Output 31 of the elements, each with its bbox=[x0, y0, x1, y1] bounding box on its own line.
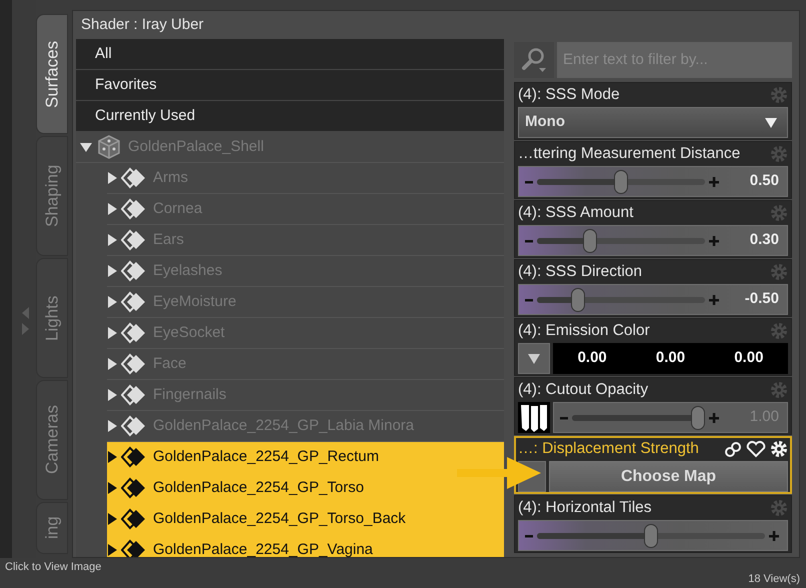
side-tab[interactable]: Lights bbox=[36, 258, 68, 378]
property-label: (4): Cutout Opacity bbox=[518, 380, 648, 400]
tree-item[interactable]: GoldenPalace_2254_GP_Torso bbox=[107, 473, 504, 504]
property-label: (4): SSS Amount bbox=[518, 203, 634, 224]
filter-item[interactable]: All bbox=[76, 39, 504, 69]
color-value[interactable]: 0.00 bbox=[734, 347, 764, 370]
color-value[interactable]: 0.00 bbox=[578, 347, 607, 370]
property-label: …ttering Measurement Distance bbox=[518, 144, 740, 164]
panel-title: Shader : Iray Uber bbox=[80, 15, 205, 35]
property-label: (4): SSS Direction bbox=[518, 262, 642, 282]
choose-map-button[interactable]: Choose Map bbox=[549, 461, 788, 492]
tree-item[interactable]: GoldenPalace_2254_GP_Vagina bbox=[107, 535, 504, 557]
side-tab[interactable]: ing bbox=[36, 502, 68, 554]
property-label: (4): SSS Mode bbox=[518, 85, 620, 106]
filter-item[interactable]: Favorites bbox=[76, 70, 504, 100]
tree-item[interactable]: GoldenPalace_2254_GP_Rectum bbox=[107, 442, 504, 473]
slider-value[interactable]: 0.50 bbox=[719, 170, 779, 193]
side-tab[interactable]: Surfaces bbox=[36, 14, 68, 134]
filter-item[interactable]: Currently Used bbox=[76, 101, 504, 131]
side-tab[interactable]: Cameras bbox=[36, 380, 68, 500]
color-value[interactable]: 0.00 bbox=[656, 347, 686, 370]
slider-value[interactable]: 0.30 bbox=[719, 229, 779, 252]
slider-value[interactable]: -0.50 bbox=[719, 288, 779, 311]
property-label: (4): Emission Color bbox=[518, 321, 650, 342]
property-label: …: Displacement Strength bbox=[518, 439, 699, 460]
tree-item[interactable]: GoldenPalace_2254_GP_Torso_Back bbox=[107, 504, 504, 535]
status-hint: Click to View Image bbox=[5, 560, 102, 575]
side-tab[interactable]: Shaping bbox=[36, 136, 68, 256]
view-count: 18 View(s) bbox=[748, 572, 800, 587]
dropdown-field[interactable]: Mono bbox=[518, 107, 788, 138]
property-label: (4): Horizontal Tiles bbox=[518, 498, 652, 518]
